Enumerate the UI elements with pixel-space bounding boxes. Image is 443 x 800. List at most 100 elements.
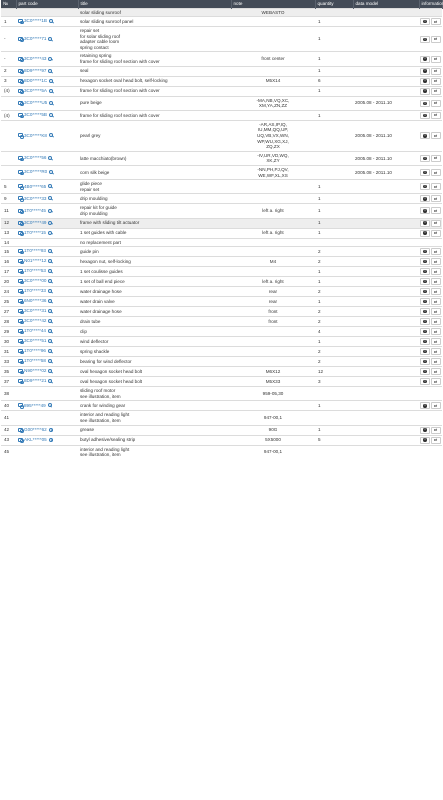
info-button[interactable]: i — [420, 288, 430, 296]
part-code-link[interactable]: 3C0*****5A — [18, 88, 53, 94]
camera-icon[interactable] — [18, 349, 24, 355]
swap-button[interactable]: ⇄ — [430, 258, 441, 266]
info-button[interactable]: i — [420, 258, 430, 266]
swap-button[interactable]: ⇄ — [430, 402, 441, 410]
part-code-text[interactable]: 8D9*****21 — [24, 378, 46, 384]
part-code-link[interactable]: 4B0*****65 — [18, 184, 53, 190]
swap-button[interactable]: ⇄ — [430, 67, 441, 75]
magnifier-icon[interactable] — [47, 359, 52, 364]
part-code-text[interactable]: 3C0*****R0 — [24, 169, 47, 175]
info-button[interactable]: i — [420, 368, 430, 376]
camera-icon[interactable] — [18, 299, 24, 305]
part-code-link[interactable]: 3C0*****42 — [18, 318, 53, 325]
magnifier-icon[interactable] — [48, 184, 53, 189]
info-button[interactable]: i — [420, 169, 430, 177]
info-button[interactable]: i — [420, 207, 430, 215]
swap-button[interactable]: ⇄ — [430, 248, 441, 256]
part-code-link[interactable]: AKL*****05 — [18, 437, 53, 443]
swap-button[interactable]: ⇄ — [430, 308, 441, 316]
magnifier-icon[interactable] — [48, 379, 53, 384]
camera-icon[interactable] — [18, 68, 24, 74]
part-code-text[interactable]: 3C0*****00 — [24, 278, 46, 284]
part-code-text[interactable]: 1T0*****45 — [24, 208, 46, 214]
camera-icon[interactable] — [18, 220, 24, 226]
camera-icon[interactable] — [18, 112, 24, 119]
camera-icon[interactable] — [18, 403, 24, 409]
part-code-text[interactable]: G00*****62 — [24, 427, 47, 433]
info-button[interactable]: i — [420, 55, 430, 63]
swap-button[interactable]: ⇄ — [430, 436, 441, 444]
camera-icon[interactable] — [18, 427, 24, 433]
magnifier-icon[interactable] — [48, 259, 53, 264]
part-code-link[interactable]: 3C0*****56 — [18, 155, 53, 162]
part-code-text[interactable]: 8D0*****1C — [24, 78, 47, 84]
part-code-text[interactable]: 895*****49 — [24, 403, 46, 409]
info-button[interactable]: i — [420, 426, 430, 434]
part-code-text[interactable]: N90*****02 — [24, 368, 46, 374]
part-code-text[interactable]: 4B0*****65 — [24, 184, 46, 190]
camera-icon[interactable] — [18, 369, 24, 375]
part-code-text[interactable]: 3C0*****51 — [24, 338, 46, 344]
swap-button[interactable]: ⇄ — [430, 195, 441, 203]
swap-button[interactable]: ⇄ — [430, 426, 441, 434]
magnifier-icon[interactable] — [49, 100, 54, 105]
part-code-text[interactable]: 1T0*****53 — [24, 268, 46, 274]
part-code-link[interactable]: 3C0*****1B — [18, 18, 53, 25]
magnifier-icon[interactable] — [49, 19, 53, 24]
part-code-link[interactable]: 1T0*****58 — [18, 358, 52, 365]
camera-icon[interactable] — [18, 230, 24, 236]
camera-icon[interactable] — [18, 184, 24, 190]
info-button[interactable]: i — [420, 308, 430, 316]
camera-icon[interactable] — [18, 437, 24, 443]
info-button[interactable]: i — [420, 278, 430, 286]
swap-button[interactable]: ⇄ — [430, 229, 441, 237]
magnifier-icon[interactable] — [48, 309, 53, 314]
swap-button[interactable]: ⇄ — [430, 77, 441, 85]
camera-icon[interactable] — [18, 170, 24, 176]
info-button[interactable]: i — [420, 87, 430, 95]
info-button[interactable]: i — [420, 77, 430, 85]
part-code-text[interactable]: 3C0*****U5 — [24, 100, 47, 106]
magnifier-icon[interactable] — [49, 170, 54, 175]
info-button[interactable]: i — [420, 248, 430, 256]
part-code-link[interactable]: 3C0*****31 — [18, 308, 53, 315]
part-code-link[interactable]: 1T0*****53 — [18, 268, 52, 275]
part-code-text[interactable]: 1T0*****44 — [24, 328, 46, 334]
magnifier-icon[interactable] — [48, 56, 53, 61]
camera-icon[interactable] — [18, 100, 24, 107]
info-button[interactable]: i — [420, 229, 430, 237]
camera-icon[interactable] — [18, 88, 24, 94]
info-button[interactable]: i — [420, 268, 430, 276]
part-code-link[interactable]: 1T0*****33 — [18, 288, 52, 295]
camera-icon[interactable] — [18, 359, 24, 365]
camera-icon[interactable] — [18, 329, 24, 335]
swap-button[interactable]: ⇄ — [430, 207, 441, 215]
part-code-text[interactable]: AKL*****05 — [24, 437, 47, 443]
swap-button[interactable]: ⇄ — [430, 288, 441, 296]
part-code-link[interactable]: 1T0*****44 — [18, 328, 52, 335]
swap-button[interactable]: ⇄ — [430, 87, 441, 95]
info-button[interactable]: i — [420, 402, 430, 410]
part-code-link[interactable]: 3C0*****33 — [18, 196, 53, 202]
part-code-text[interactable]: 1T0*****96 — [24, 348, 46, 354]
magnifier-icon[interactable] — [48, 68, 53, 73]
info-button[interactable]: i — [420, 154, 430, 162]
swap-button[interactable]: ⇄ — [430, 219, 441, 227]
magnifier-icon[interactable] — [48, 427, 53, 432]
camera-icon[interactable] — [18, 208, 24, 214]
swap-button[interactable]: ⇄ — [430, 328, 441, 336]
camera-icon[interactable] — [18, 196, 24, 202]
magnifier-icon[interactable] — [48, 196, 53, 201]
part-code-text[interactable]: 3C0*****5B — [24, 112, 47, 118]
magnifier-icon[interactable] — [49, 112, 53, 117]
camera-icon[interactable] — [18, 78, 24, 84]
info-button[interactable]: i — [420, 132, 430, 140]
magnifier-icon[interactable] — [48, 437, 53, 442]
part-code-link[interactable]: 3C0*****5B — [18, 112, 53, 119]
part-code-link[interactable]: 1T0*****93 — [18, 248, 52, 255]
magnifier-icon[interactable] — [48, 369, 53, 374]
part-code-text[interactable]: 1T0*****33 — [24, 288, 46, 294]
part-code-text[interactable]: 3C0*****K8 — [24, 133, 47, 139]
magnifier-icon[interactable] — [49, 133, 53, 138]
info-button[interactable]: i — [420, 378, 430, 386]
